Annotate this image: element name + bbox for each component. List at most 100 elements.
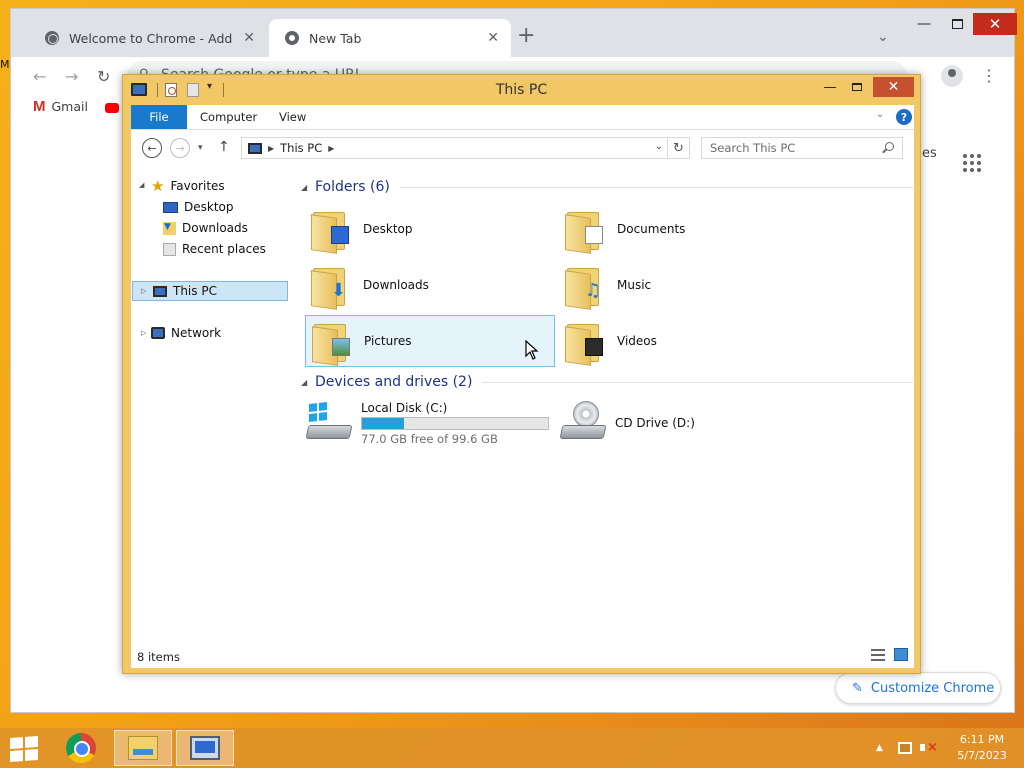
taskbar-remote-desktop-button[interactable] [176,730,234,766]
details-view-icon[interactable] [871,649,885,661]
this-pc-icon [248,142,262,154]
start-button[interactable] [10,736,38,762]
tab-search-icon[interactable]: ⌄ [877,29,889,45]
volume-tray-button[interactable] [920,728,938,768]
tree-item-label: Recent places [182,242,266,256]
tree-item-network[interactable]: Network [151,323,221,343]
chrome-close-button[interactable]: ✕ [973,13,1017,35]
star-icon: ★ [151,177,165,195]
folder-label: Downloads [363,278,429,292]
expand-network-icon[interactable]: ▷ [141,329,146,337]
chrome-menu-icon[interactable]: ⋮ [981,66,997,85]
expand-ribbon-icon[interactable]: ⌄ [876,109,884,120]
explorer-maximize-button[interactable] [845,77,869,97]
customize-chrome-button[interactable]: ✎ Customize Chrome [835,672,1001,704]
chrome-maximize-button[interactable] [943,13,971,35]
desktop-edge-text: M [0,58,10,71]
expand-this-pc-icon[interactable]: ▷ [141,287,146,295]
tree-item-label: Network [171,326,222,340]
folder-label: Documents [617,222,686,236]
ribbon-tab-view[interactable]: View [279,105,306,129]
folder-tile-downloads[interactable]: ⬇ Downloads [305,259,555,311]
folder-label: Videos [617,334,657,348]
search-icon[interactable] [885,142,894,151]
refresh-icon[interactable]: ↻ [667,138,689,158]
navigation-pane: ◢ ★ Favorites Desktop Downloads Recent p… [131,165,289,668]
devices-group-header[interactable]: ◢ Devices and drives (2) [301,372,913,392]
close-tab-icon[interactable]: ✕ [243,30,255,46]
drive-tile-cd-drive-d[interactable]: CD Drive (D:) [559,391,809,455]
taskbar-chrome-button[interactable] [52,730,110,766]
folder-tile-music[interactable]: ♫ Music [559,259,809,311]
close-tab-icon[interactable]: ✕ [487,30,499,46]
tree-item-label: Desktop [184,200,234,214]
taskbar-file-explorer-button[interactable] [114,730,172,766]
collapse-favorites-icon[interactable]: ◢ [139,181,144,189]
back-arrow-icon[interactable]: ← [33,67,46,86]
help-icon[interactable]: ? [896,109,912,125]
chrome-tab-new-tab[interactable]: New Tab ✕ [269,19,511,57]
tree-item-recent-places[interactable]: Recent places [163,239,266,259]
recent-locations-icon[interactable]: ▾ [198,143,203,153]
folder-label: Music [617,278,652,292]
network-icon [151,327,165,339]
address-bar[interactable]: ▶ This PC ▶ ⌄ ↻ [241,137,690,159]
folder-tile-desktop[interactable]: Desktop [305,203,555,255]
network-tray-button[interactable] [898,728,912,768]
new-tab-button[interactable]: + [517,25,535,47]
group-title: Folders (6) [315,179,390,195]
drive-name: CD Drive (D:) [615,416,695,430]
chrome-tab-title: Welcome to Chrome - Add book [69,30,233,46]
large-icons-view-icon[interactable] [894,648,908,661]
explorer-minimize-button[interactable]: — [818,77,842,97]
folder-tile-documents[interactable]: Documents [559,203,809,255]
chrome-minimize-button[interactable]: — [910,13,938,35]
breadcrumb-this-pc[interactable]: This PC [280,141,322,155]
tree-item-label: Favorites [170,179,225,193]
content-pane: ◢ Folders (6) Desktop Documents ⬇ Downlo… [301,165,914,635]
breadcrumb-arrow-icon[interactable]: ▶ [328,144,334,153]
search-input[interactable] [710,141,880,155]
forward-button[interactable]: → [170,138,190,158]
explorer-title-bar[interactable]: ▾ This PC — ✕ [123,75,920,105]
collapse-group-icon[interactable]: ◢ [301,183,315,192]
tree-item-desktop[interactable]: Desktop [163,197,234,217]
navigation-bar: ← → ▾ ↑ ▶ This PC ▶ ⌄ ↻ [131,130,914,165]
drive-usage-bar [361,416,549,430]
ribbon-tab-file[interactable]: File [131,105,187,129]
breadcrumb-arrow-icon[interactable]: ▶ [268,144,274,153]
documents-folder-icon [565,206,605,254]
up-arrow-icon[interactable]: ↑ [218,139,230,155]
tree-item-favorites[interactable]: ★ Favorites [151,176,225,196]
bookmark-gmail[interactable]: M Gmail [33,98,88,115]
profile-avatar-icon[interactable] [941,65,963,87]
reload-icon[interactable]: ↻ [97,67,110,86]
downloads-folder-icon: ⬇ [311,262,351,310]
network-icon [898,742,912,754]
file-explorer-window: ▾ This PC — ✕ File Computer View ⌄ ? ← →… [122,74,921,674]
google-apps-icon[interactable] [963,154,981,172]
explorer-client-area: File Computer View ⌄ ? ← → ▾ ↑ ▶ This PC… [131,105,914,668]
clock[interactable]: 6:11 PM 5/7/2023 [952,732,1012,764]
folder-tile-pictures[interactable]: Pictures [305,315,555,367]
back-button[interactable]: ← [142,138,162,158]
search-box[interactable] [701,137,903,159]
collapse-group-icon[interactable]: ◢ [301,378,315,387]
tree-item-this-pc[interactable]: This PC [132,281,288,301]
show-hidden-icons-button[interactable]: ▲ [876,728,883,768]
item-count: 8 items [137,650,180,664]
ribbon-tab-computer[interactable]: Computer [200,105,257,129]
chrome-tab-title: New Tab [309,30,362,46]
folder-tile-videos[interactable]: Videos [559,315,809,367]
explorer-close-button[interactable]: ✕ [873,77,914,97]
forward-arrow-icon[interactable]: → [65,67,78,86]
volume-muted-icon [920,740,938,755]
bookmark-youtube[interactable] [105,103,119,113]
drive-tile-local-disk-c[interactable]: Local Disk (C:) 77.0 GB free of 99.6 GB [305,391,555,455]
chrome-tab-welcome[interactable]: Welcome to Chrome - Add book ✕ [29,19,267,57]
tree-item-downloads[interactable]: Downloads [163,218,248,238]
address-history-icon[interactable]: ⌄ [655,141,663,152]
youtube-icon [105,103,119,113]
chrome-icon [285,31,299,45]
folders-group-header[interactable]: ◢ Folders (6) [301,177,913,197]
